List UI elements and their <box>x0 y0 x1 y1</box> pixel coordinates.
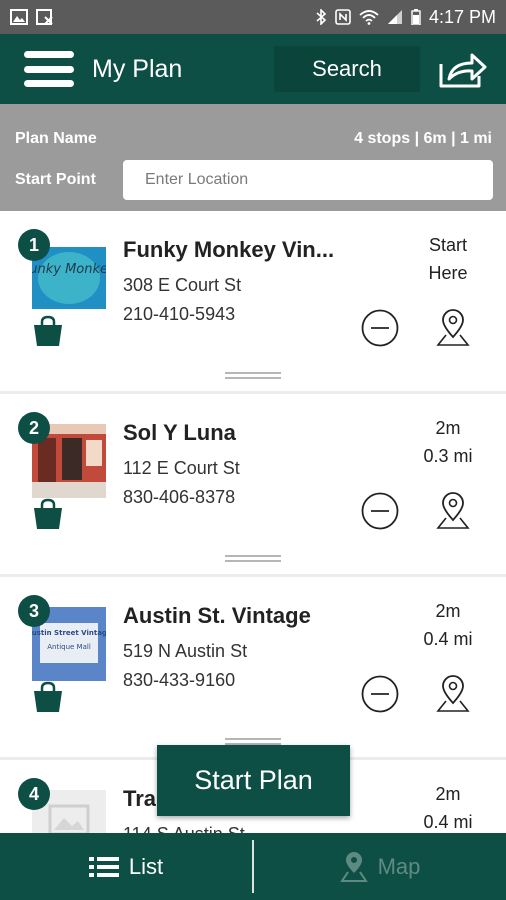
stop-list[interactable]: 1 Funky Monkey Funky Monkey Vin... 308 E… <box>0 211 506 833</box>
start-point-label: Start Point <box>15 171 96 188</box>
stop-meta-line2: 0.4 mi <box>423 629 473 649</box>
share-icon[interactable] <box>438 50 488 90</box>
status-bar: 4:17 PM <box>0 0 506 34</box>
map-pin-icon[interactable] <box>434 490 472 532</box>
stop-name[interactable]: Funky Monkey Vin... <box>123 237 334 263</box>
stop-address: 308 E Court St <box>123 275 242 295</box>
image-icon <box>10 9 28 25</box>
stop-name[interactable]: Austin St. Vintage <box>123 603 311 629</box>
list-icon <box>88 856 119 877</box>
stop-name[interactable]: Tra <box>123 786 156 812</box>
drag-handle[interactable] <box>225 372 281 379</box>
shopping-bag-icon <box>34 681 62 712</box>
map-pin-icon[interactable] <box>434 673 472 715</box>
app-title: My Plan <box>92 54 183 83</box>
stop-meta: 2m 0.4 mi <box>396 597 500 653</box>
remove-stop-icon[interactable] <box>361 309 399 347</box>
bottom-nav: List Map <box>0 833 506 900</box>
drag-handle[interactable] <box>225 738 281 745</box>
stop-card[interactable]: 1 Funky Monkey Funky Monkey Vin... 308 E… <box>0 211 506 394</box>
stop-meta-line1: 2m <box>435 601 461 621</box>
stop-address: 519 N Austin St <box>123 641 248 661</box>
stop-phone[interactable]: 830-433-9160 <box>123 670 235 691</box>
stop-name[interactable]: Sol Y Luna <box>123 420 236 446</box>
shopping-bag-icon <box>34 315 62 346</box>
tab-map[interactable]: Map <box>254 833 506 900</box>
photo-x-icon <box>36 9 53 25</box>
stop-address: 114 S Austin St <box>123 824 245 833</box>
wifi-icon <box>359 10 379 25</box>
stop-card[interactable]: 2 Sol Y Luna 112 E Court St 830-406-8378… <box>0 394 506 577</box>
map-pin-icon[interactable] <box>434 307 472 349</box>
stop-meta-line2: Here <box>428 263 468 283</box>
stop-phone[interactable]: 210-410-5943 <box>123 304 235 325</box>
map-pin-icon <box>339 851 368 882</box>
stop-meta-line1: Start <box>428 235 467 255</box>
stop-card[interactable]: 3 Austin Street Vintage Antique Mall Aus… <box>0 577 506 760</box>
bluetooth-icon <box>316 9 327 25</box>
start-plan-button[interactable]: Start Plan <box>157 745 350 816</box>
battery-icon <box>411 9 421 25</box>
drag-handle[interactable] <box>225 555 281 562</box>
stop-number-badge: 4 <box>18 778 50 810</box>
remove-stop-icon[interactable] <box>361 492 399 530</box>
stop-address: 112 E Court St <box>123 458 240 478</box>
tab-map-label: Map <box>377 853 421 879</box>
stop-number-badge: 3 <box>18 595 50 627</box>
stop-meta-line2: 0.4 mi <box>423 812 473 832</box>
signal-icon <box>387 10 402 24</box>
thumb-logo-text: Funky Monkey <box>32 262 106 277</box>
stop-phone[interactable]: 830-406-8378 <box>123 487 235 508</box>
plan-stats: 4 stops | 6m | 1 mi <box>354 130 492 147</box>
tab-list-label: List <box>128 853 164 879</box>
stop-meta: Start Here <box>396 231 500 287</box>
stop-meta: 2m 0.4 mi <box>396 780 500 833</box>
nfc-icon <box>335 9 351 25</box>
stop-number-badge: 2 <box>18 412 50 444</box>
thumb-sign-line1: Austin Street Vintage <box>32 629 106 637</box>
stop-meta-line1: 2m <box>435 418 461 438</box>
start-location-input[interactable] <box>123 160 493 200</box>
hamburger-menu-icon[interactable] <box>24 47 74 91</box>
remove-stop-icon[interactable] <box>361 675 399 713</box>
stop-meta: 2m 0.3 mi <box>396 414 500 470</box>
stop-number-badge: 1 <box>18 229 50 261</box>
status-right-icons: 4:17 PM <box>315 7 496 28</box>
plan-name-label[interactable]: Plan Name <box>15 130 97 148</box>
plan-header: Plan Name 4 stops | 6m | 1 mi Start Poin… <box>0 104 506 211</box>
search-button[interactable]: Search <box>274 46 420 92</box>
shopping-bag-icon <box>34 498 62 529</box>
stop-meta-line2: 0.3 mi <box>423 446 473 466</box>
status-time: 4:17 PM <box>428 6 496 27</box>
status-left-icons <box>10 9 54 25</box>
thumb-sign-line2: Antique Mall <box>47 643 91 651</box>
stop-meta-line1: 2m <box>435 784 461 804</box>
tab-list[interactable]: List <box>0 833 252 900</box>
nav-divider <box>252 840 254 893</box>
app-bar: My Plan Search <box>0 34 506 104</box>
